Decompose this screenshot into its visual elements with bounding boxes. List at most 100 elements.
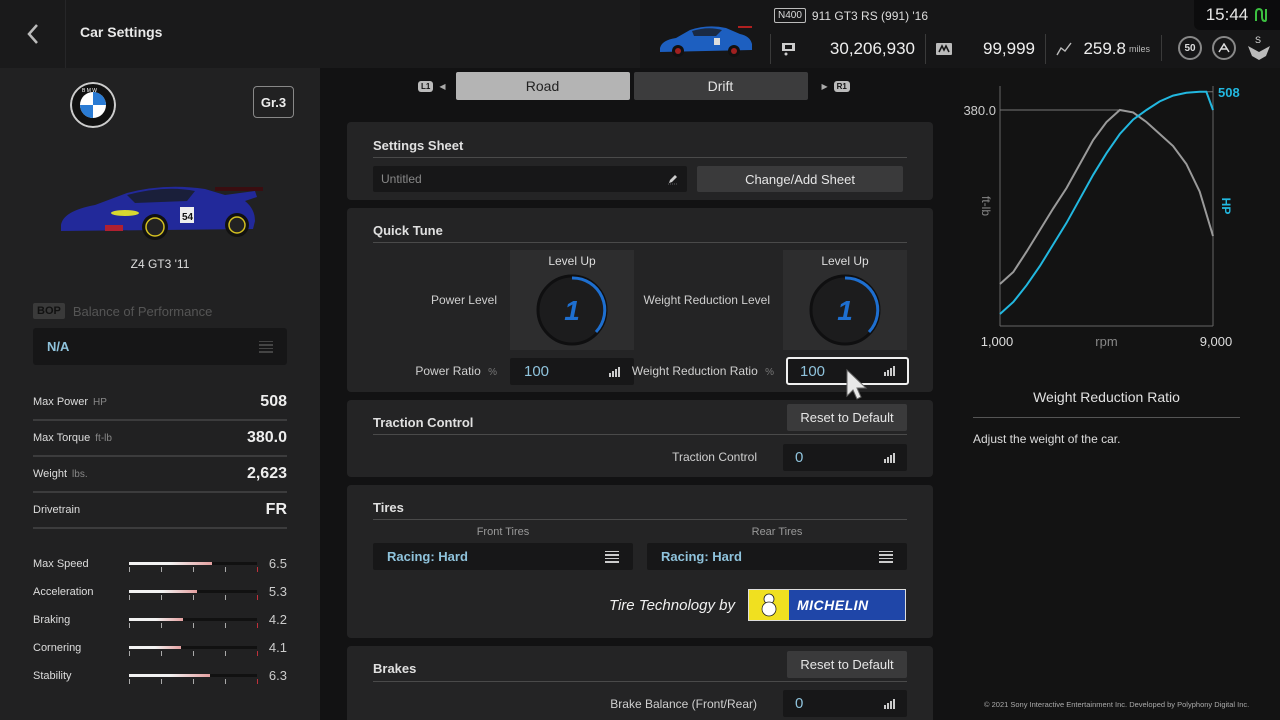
tire-sponsor-text: Tire Technology by xyxy=(608,597,735,614)
svg-text:1: 1 xyxy=(564,295,580,326)
brake-balance-field[interactable]: 0 xyxy=(783,690,907,717)
hp-line xyxy=(999,90,1214,315)
divider xyxy=(373,242,907,243)
performance-bar xyxy=(129,590,257,593)
signal-bars-icon xyxy=(884,366,895,376)
car-info-panel: B M W Gr.3 54 Z4 GT3 '11 BOP Balance of … xyxy=(0,68,320,720)
player-stats: 30,206,930 99,999 259.8 miles xyxy=(770,34,1160,64)
car-settings-screen: Car Settings N400 911 GT3 RS (991) '16 3… xyxy=(0,0,1280,720)
help-title: Weight Reduction Ratio xyxy=(1033,389,1180,405)
back-button[interactable] xyxy=(0,0,66,68)
level-badge[interactable]: 50 xyxy=(1178,36,1202,60)
power-ratio-value: 100 xyxy=(524,363,550,380)
rear-tires-value: Racing: Hard xyxy=(661,549,742,564)
power-ratio-field[interactable]: 100 xyxy=(510,358,634,385)
page-title: Car Settings xyxy=(80,24,163,40)
power-level-label: Power Level xyxy=(430,293,497,307)
l1-button-hint: L1 xyxy=(418,80,434,92)
hp-peak-label: 508 xyxy=(1218,85,1240,100)
performance-bar-fill xyxy=(129,618,183,621)
bop-header: BOP Balance of Performance xyxy=(33,303,212,319)
front-tires-value: Racing: Hard xyxy=(387,549,468,564)
clock: 15:44 xyxy=(1205,5,1249,24)
traction-control-field[interactable]: 0 xyxy=(783,444,907,471)
power-level-dial[interactable]: Level Up 1 xyxy=(510,250,634,350)
spec-label: Max Power xyxy=(33,396,89,408)
profile-icons: 50 S xyxy=(1161,34,1272,62)
performance-bar xyxy=(129,562,257,565)
power-level-caption: Level Up xyxy=(548,254,596,268)
bop-select[interactable]: N/A xyxy=(33,328,287,365)
power-ratio-unit: % xyxy=(488,367,497,378)
sportsmanship-rank-icon[interactable]: S xyxy=(1246,34,1272,62)
current-car-name: 911 GT3 RS (991) '16 xyxy=(811,8,929,23)
quick-tune-section: Quick Tune Power Level Level Up 1 Weight… xyxy=(347,208,933,392)
credits-icon xyxy=(782,43,795,56)
sheet-name-field[interactable]: Untitled xyxy=(373,166,687,192)
spec-row: Drivetrain FR xyxy=(33,493,287,529)
traction-reset-button[interactable]: Reset to Default xyxy=(787,404,907,431)
left-axis-label: ft-lb xyxy=(979,196,993,216)
help-panel: 380.0 508 1,000 9,000 rpm ft-lb HP Weight Redu… xyxy=(960,68,1280,720)
credits-stat: 30,206,930 xyxy=(770,34,925,64)
distance-graph-icon xyxy=(1056,42,1072,56)
bop-badge: BOP xyxy=(33,303,65,319)
performance-ticks xyxy=(129,595,259,601)
tab-drift[interactable]: Drift xyxy=(633,72,808,100)
edit-pencil-icon xyxy=(668,175,678,185)
rear-tires-select[interactable]: Racing: Hard xyxy=(647,543,907,570)
spec-label: Drivetrain xyxy=(33,504,81,516)
arrow-right-icon: ▶ xyxy=(821,81,828,91)
x-tick-min: 1,000 xyxy=(981,334,1014,349)
right-axis-label: HP xyxy=(1219,198,1233,215)
performance-ticks xyxy=(129,651,259,657)
setup-tabs: L1 ◀ Road Drift ▶ R1 xyxy=(418,72,850,100)
tab-road[interactable]: Road xyxy=(455,72,630,100)
car-name: Z4 GT3 '11 xyxy=(130,257,190,271)
brakes-section: Brakes Reset to Default Brake Balance (F… xyxy=(347,646,933,720)
weight-level-label: Weight Reduction Level xyxy=(643,293,770,307)
signal-bars-icon xyxy=(884,698,895,709)
distance-value: 259.8 xyxy=(1083,39,1126,58)
driver-rank-icon[interactable] xyxy=(1212,36,1236,60)
divider xyxy=(973,417,1240,418)
performance-bar-fill xyxy=(129,646,182,649)
brake-balance-label: Brake Balance (Front/Rear) xyxy=(610,697,757,711)
performance-label: Acceleration xyxy=(33,586,94,598)
front-tires-select[interactable]: Racing: Hard xyxy=(373,543,633,570)
x-axis-label: rpm xyxy=(1095,334,1117,349)
traction-control-title: Traction Control xyxy=(373,415,474,430)
performance-ticks xyxy=(129,567,259,573)
performance-label: Stability xyxy=(33,670,72,682)
power-ratio-label-text: Power Ratio xyxy=(415,364,481,378)
spec-value: 508 xyxy=(260,393,287,410)
brakes-title: Brakes xyxy=(373,661,417,676)
menu-icon xyxy=(879,550,893,563)
traction-control-value: 0 xyxy=(795,449,804,466)
spec-label: Weight xyxy=(33,468,68,480)
performance-bar xyxy=(129,674,257,677)
weight-level-dial[interactable]: Level Up 1 xyxy=(783,250,907,350)
change-add-sheet-button[interactable]: Change/Add Sheet xyxy=(697,166,903,192)
weight-ratio-value: 100 xyxy=(800,362,826,380)
group-badge: Gr.3 xyxy=(253,86,294,118)
performance-bar-fill xyxy=(129,674,210,677)
settings-sheet-section: Settings Sheet Untitled Change/Add Sheet xyxy=(347,122,933,200)
current-car-id: N400 911 GT3 RS (991) '16 xyxy=(774,8,928,23)
spec-label: Max Torque xyxy=(33,432,91,444)
svg-text:1: 1 xyxy=(837,295,853,326)
weight-ratio-label: Weight Reduction Ratio % xyxy=(617,364,774,378)
credits-value: 30,206,930 xyxy=(829,39,915,58)
rear-tires-label: Rear Tires xyxy=(751,526,803,538)
performance-value: 6.5 xyxy=(268,556,287,571)
brakes-reset-button[interactable]: Reset to Default xyxy=(787,651,907,678)
tires-section: Tires Front Tires Rear Tires Racing: Har… xyxy=(347,485,933,638)
performance-row: Braking 4.2 xyxy=(33,612,287,632)
sheet-name: Untitled xyxy=(381,172,422,186)
divider xyxy=(373,519,907,520)
torque-peak-label: 380.0 xyxy=(963,103,996,118)
svg-text:54: 54 xyxy=(182,212,194,223)
weight-ratio-unit: % xyxy=(765,367,774,378)
performance-ticks xyxy=(129,679,259,685)
spec-row: Max Power HP 508 xyxy=(33,385,287,421)
